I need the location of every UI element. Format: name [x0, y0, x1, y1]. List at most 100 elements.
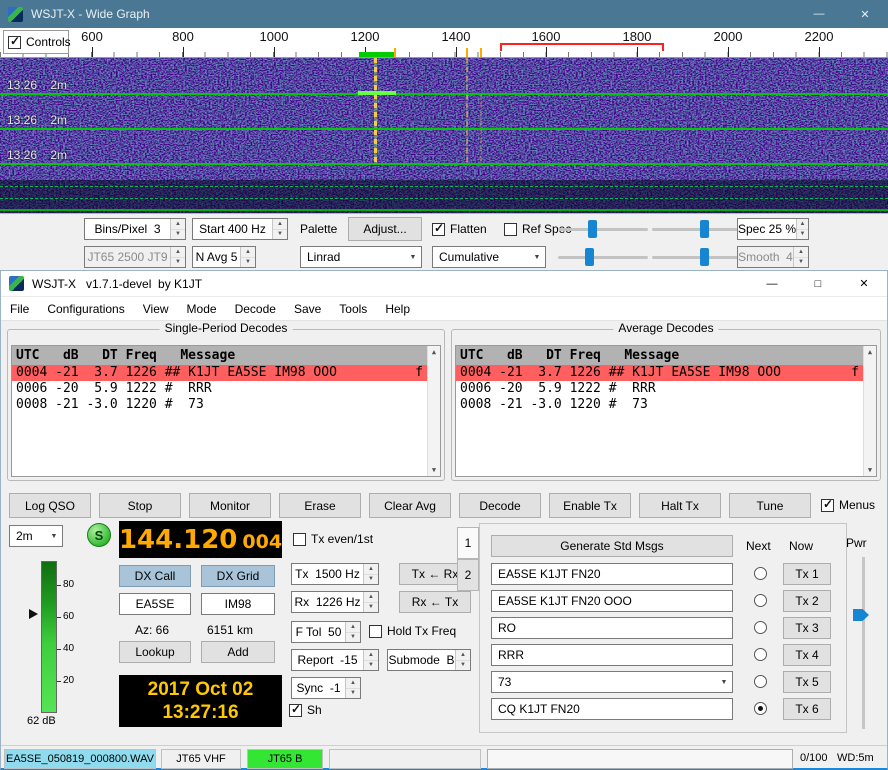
pwr-slider-handle[interactable]: [853, 609, 869, 621]
tx2-next-radio[interactable]: [754, 594, 767, 607]
menu-tools[interactable]: Tools: [330, 302, 376, 316]
tx6-next-radio[interactable]: [754, 702, 767, 715]
report-spinbox[interactable]: Report -15: [291, 649, 379, 671]
single-decodes-panel[interactable]: UTC dB DT Freq Message 0004 -21 3.7 1226…: [11, 345, 441, 477]
tab-2[interactable]: 2: [457, 559, 479, 591]
spin-arrows[interactable]: [363, 592, 378, 612]
tx3-now-button[interactable]: Tx 3: [783, 617, 831, 639]
waterfall-display[interactable]: 13:26 2m 13:26 2m 13:26 2m: [0, 58, 888, 213]
tx1-now-button[interactable]: Tx 1: [783, 563, 831, 585]
close-button[interactable]: ✕: [841, 271, 887, 296]
flatten-checkbox[interactable]: Flatten: [432, 222, 487, 236]
slider-handle[interactable]: [700, 220, 709, 238]
tx4-next-radio[interactable]: [754, 648, 767, 661]
rx-freq-spinbox[interactable]: Rx 1226 Hz: [291, 591, 379, 613]
spin-arrows[interactable]: [345, 678, 360, 698]
zero-slider[interactable]: [652, 219, 744, 239]
dx-grid-field[interactable]: IM98: [201, 593, 275, 615]
monitor-button[interactable]: Monitor: [189, 493, 271, 518]
average-decodes-panel[interactable]: UTC dB DT Freq Message 0004 -21 3.7 1226…: [455, 345, 877, 477]
spin-arrows[interactable]: [272, 219, 287, 239]
zero2-slider[interactable]: [652, 247, 744, 267]
menu-save[interactable]: Save: [285, 302, 330, 316]
hold-tx-freq-checkbox[interactable]: Hold Tx Freq: [369, 624, 456, 638]
menu-file[interactable]: File: [1, 302, 38, 316]
frequency-scale[interactable]: 600 800 1000 1200 1400 1600 1800 2000 22…: [0, 28, 888, 58]
tx2-message-field[interactable]: EA5SE K1JT FN20 OOO: [491, 590, 733, 612]
scrollbar[interactable]: [863, 346, 876, 476]
tx-even-checkbox[interactable]: Tx even/1st: [293, 532, 373, 546]
decode-button[interactable]: Decode: [459, 493, 541, 518]
start-freq-spinbox[interactable]: Start 400 Hz: [192, 218, 288, 240]
tab-1[interactable]: 1: [457, 527, 479, 559]
clear-avg-button[interactable]: Clear Avg: [369, 493, 451, 518]
band-combobox[interactable]: 2m: [9, 525, 63, 547]
submode-spinbox[interactable]: Submode B: [387, 649, 471, 671]
close-button[interactable]: ✕: [842, 0, 888, 28]
tx5-now-button[interactable]: Tx 5: [783, 671, 831, 693]
f-tol-spinbox[interactable]: F Tol 50: [291, 621, 361, 643]
stop-button[interactable]: Stop: [99, 493, 181, 518]
adjust-button[interactable]: Adjust...: [348, 217, 422, 241]
dx-call-button[interactable]: DX Call: [119, 565, 191, 587]
spin-arrows[interactable]: [455, 650, 470, 670]
tune-button[interactable]: Tune: [729, 493, 811, 518]
menu-help[interactable]: Help: [376, 302, 419, 316]
tx3-message-field[interactable]: RO: [491, 617, 733, 639]
slider-handle[interactable]: [585, 248, 594, 266]
menu-decode[interactable]: Decode: [226, 302, 285, 316]
decode-row[interactable]: 0004 -21 3.7 1226 ## K1JT EA5SE IM98 OOO…: [12, 365, 427, 381]
tx6-now-button[interactable]: Tx 6: [783, 698, 831, 720]
tx3-next-radio[interactable]: [754, 621, 767, 634]
tx5-message-combobox[interactable]: 73: [491, 671, 733, 693]
tx-freq-spinbox[interactable]: Tx 1500 Hz: [291, 563, 379, 585]
tx6-message-field[interactable]: CQ K1JT FN20: [491, 698, 733, 720]
spin-arrows[interactable]: [170, 219, 185, 239]
decode-row[interactable]: 0008 -21 -3.0 1220 # 73: [456, 397, 863, 413]
tx5-next-radio[interactable]: [754, 675, 767, 688]
spin-arrows[interactable]: [363, 564, 378, 584]
decode-row[interactable]: 0006 -20 5.9 1222 # RRR: [12, 381, 427, 397]
controls-checkbox[interactable]: Controls: [8, 35, 71, 49]
spin-arrows[interactable]: [363, 650, 378, 670]
spin-arrows[interactable]: [240, 247, 255, 267]
menu-configurations[interactable]: Configurations: [38, 302, 133, 316]
tx2-now-button[interactable]: Tx 2: [783, 590, 831, 612]
maximize-button[interactable]: □: [795, 271, 841, 296]
halt-tx-button[interactable]: Halt Tx: [639, 493, 721, 518]
erase-button[interactable]: Erase: [279, 493, 361, 518]
waterfall-mode-combobox[interactable]: Cumulative: [432, 246, 546, 268]
spin-arrows[interactable]: [345, 622, 360, 642]
palette-combobox[interactable]: Linrad: [300, 246, 422, 268]
scrollbar[interactable]: [427, 346, 440, 476]
dx-call-field[interactable]: EA5SE: [119, 593, 191, 615]
menu-mode[interactable]: Mode: [178, 302, 226, 316]
sync-spinbox[interactable]: Sync -1: [291, 677, 361, 699]
tx1-message-field[interactable]: EA5SE K1JT FN20: [491, 563, 733, 585]
minimize-button[interactable]: —: [796, 0, 842, 28]
lookup-button[interactable]: Lookup: [119, 641, 191, 663]
tx1-next-radio[interactable]: [754, 567, 767, 580]
n-avg-spinbox[interactable]: N Avg 5: [192, 246, 256, 268]
log-qso-button[interactable]: Log QSO: [9, 493, 91, 518]
decode-row[interactable]: 0008 -21 -3.0 1220 # 73: [12, 397, 427, 413]
spin-arrows[interactable]: [796, 219, 808, 239]
menus-checkbox[interactable]: Menus: [821, 498, 875, 512]
decode-row[interactable]: 0004 -21 3.7 1226 ## K1JT EA5SE IM98 OOO…: [456, 365, 863, 381]
tx4-message-field[interactable]: RRR: [491, 644, 733, 666]
bins-pixel-spinbox[interactable]: Bins/Pixel 3: [84, 218, 186, 240]
generate-std-msgs-button[interactable]: Generate Std Msgs: [491, 535, 733, 557]
gain2-slider[interactable]: [558, 247, 648, 267]
slider-handle[interactable]: [588, 220, 597, 238]
menu-view[interactable]: View: [134, 302, 178, 316]
sh-checkbox[interactable]: Sh: [289, 703, 322, 717]
rx-from-tx-button[interactable]: Rx ← Tx: [399, 591, 471, 613]
add-button[interactable]: Add: [201, 641, 275, 663]
slider-handle[interactable]: [700, 248, 709, 266]
enable-tx-button[interactable]: Enable Tx: [549, 493, 631, 518]
gain-slider[interactable]: [558, 219, 648, 239]
dx-grid-button[interactable]: DX Grid: [201, 565, 275, 587]
tx4-now-button[interactable]: Tx 4: [783, 644, 831, 666]
spec-spinbox[interactable]: Spec 25 %: [737, 218, 809, 240]
controls-toggle[interactable]: Controls: [3, 30, 69, 54]
